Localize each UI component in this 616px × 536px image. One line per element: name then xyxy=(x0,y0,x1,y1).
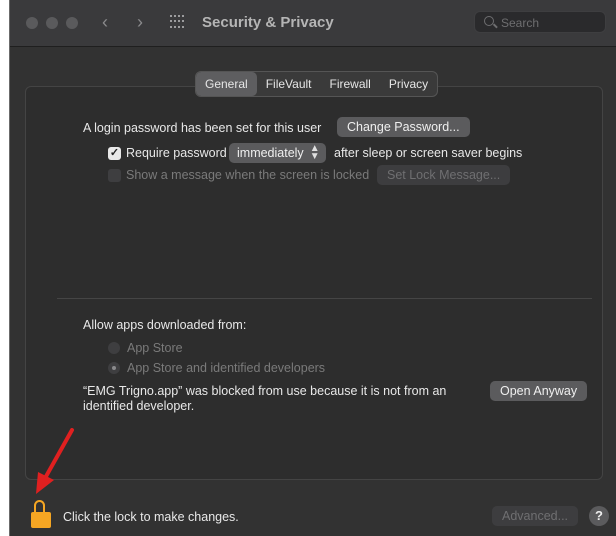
section-divider xyxy=(57,298,592,299)
search-placeholder: Search xyxy=(501,16,540,30)
help-button[interactable]: ? xyxy=(589,506,609,526)
blocked-app-message-line1: “EMG Trigno.app” was blocked from use be… xyxy=(83,384,447,398)
radio-app-store[interactable] xyxy=(108,342,120,354)
window-title: Security & Privacy xyxy=(202,14,334,31)
require-password-delay-value: immediately xyxy=(237,146,304,160)
minimize-window-button[interactable] xyxy=(46,17,58,29)
require-password-suffix: after sleep or screen saver begins xyxy=(334,146,523,160)
set-lock-message-button[interactable]: Set Lock Message... xyxy=(377,165,511,185)
blocked-app-message-line2: identified developer. xyxy=(83,399,195,413)
require-password-checkbox[interactable]: ✓ xyxy=(108,147,121,160)
radio-app-store-identified-label: App Store and identified developers xyxy=(127,361,326,375)
show-lock-message-checkbox[interactable] xyxy=(108,169,121,182)
preferences-window: ‹ › Security & Privacy Search General Fi… xyxy=(10,0,616,536)
red-arrow-annotation xyxy=(36,428,74,494)
search-icon xyxy=(484,16,494,26)
lock-instruction-text: Click the lock to make changes. xyxy=(63,510,239,524)
open-anyway-button[interactable]: Open Anyway xyxy=(490,381,588,401)
radio-app-store-label: App Store xyxy=(127,341,183,355)
radio-app-store-identified[interactable] xyxy=(108,362,120,374)
search-field[interactable]: Search xyxy=(474,11,606,33)
advanced-button[interactable]: Advanced... xyxy=(492,506,579,526)
tab-bar: General FileVault Firewall Privacy xyxy=(195,71,439,97)
tab-firewall[interactable]: Firewall xyxy=(321,72,380,96)
tab-filevault[interactable]: FileVault xyxy=(257,72,321,96)
allow-apps-heading: Allow apps downloaded from: xyxy=(83,318,247,332)
change-password-button[interactable]: Change Password... xyxy=(337,117,470,137)
zoom-window-button[interactable] xyxy=(66,17,78,29)
lock-icon[interactable] xyxy=(31,500,51,530)
require-password-delay-select[interactable]: immediately ▲ ▼ xyxy=(229,143,326,163)
chevron-right-icon[interactable]: › xyxy=(137,12,143,33)
require-password-label: Require password xyxy=(126,146,227,160)
close-window-button[interactable] xyxy=(26,17,38,29)
show-lock-message-label: Show a message when the screen is locked xyxy=(126,168,370,182)
title-bar: ‹ › Security & Privacy Search xyxy=(10,0,616,47)
chevron-left-icon[interactable]: ‹ xyxy=(102,12,108,33)
chevron-updown-icon: ▲ ▼ xyxy=(309,143,320,162)
show-all-grid-icon[interactable] xyxy=(170,15,186,29)
login-password-message: A login password has been set for this u… xyxy=(83,121,322,135)
left-edge xyxy=(0,0,10,536)
tab-general[interactable]: General xyxy=(196,72,257,96)
tab-privacy[interactable]: Privacy xyxy=(380,72,437,96)
